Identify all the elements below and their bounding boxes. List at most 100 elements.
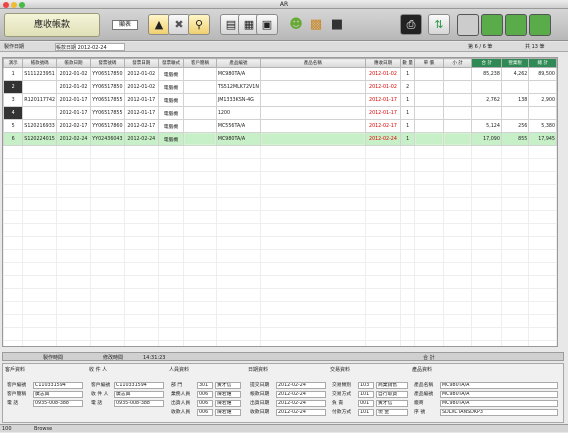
ship-code-field[interactable]: 006 bbox=[197, 400, 213, 407]
zoom-window-icon[interactable] bbox=[19, 1, 25, 8]
table-cell[interactable] bbox=[183, 132, 217, 146]
table-cell[interactable] bbox=[528, 80, 557, 94]
table-cell[interactable]: 2012-02-17 bbox=[56, 119, 91, 133]
table-cell[interactable] bbox=[183, 67, 217, 81]
txn-type-code-field[interactable]: 103 bbox=[358, 382, 374, 389]
table-cell[interactable] bbox=[442, 80, 473, 94]
billing-date-field[interactable]: 2012-02-24 bbox=[276, 391, 326, 398]
table-cell[interactable] bbox=[471, 80, 502, 94]
product-name-field[interactable]: MC980TA/A bbox=[440, 382, 558, 389]
table-row[interactable]: 1 S111223951 2012-01-02 YY06517850 2012-01-0… bbox=[3, 67, 557, 81]
new-record-button[interactable]: ▲ bbox=[148, 14, 170, 35]
owner-name-field[interactable]: 黃才信 bbox=[376, 400, 408, 407]
boxes-icon[interactable]: ▩ bbox=[307, 15, 325, 34]
date-filter[interactable]: 帳款日期 2012-02-24 bbox=[55, 43, 125, 51]
search-button[interactable]: ⚲ bbox=[188, 14, 210, 35]
table-cell[interactable]: YY06517850 bbox=[89, 80, 125, 94]
print-button[interactable]: ⎙ bbox=[400, 14, 422, 35]
submit-date-field[interactable]: 2012-02-24 bbox=[276, 382, 326, 389]
table-row[interactable]: 6 S120224015 2012-02-24 YY02436043 2012-02-2… bbox=[3, 132, 557, 146]
table-cell[interactable]: 電腦機 bbox=[157, 106, 185, 120]
table-cell[interactable] bbox=[259, 80, 366, 94]
table-cell[interactable] bbox=[442, 119, 473, 133]
table-cell[interactable] bbox=[413, 67, 444, 81]
minimize-window-icon[interactable] bbox=[11, 1, 17, 8]
table-cell[interactable] bbox=[471, 106, 502, 120]
txn-method-code-field[interactable]: 101 bbox=[358, 391, 374, 398]
customer-id-field[interactable]: C110331594 bbox=[33, 382, 83, 389]
table-cell[interactable]: 855 bbox=[500, 132, 530, 146]
table-cell[interactable]: 1200 bbox=[215, 106, 261, 120]
table-cell[interactable]: YY06517855 bbox=[89, 93, 125, 107]
vendor-field[interactable]: MC980TA/A bbox=[440, 400, 558, 407]
table-cell[interactable]: 2012-01-02 bbox=[364, 67, 402, 81]
table-cell[interactable] bbox=[413, 132, 444, 146]
table-cell[interactable] bbox=[413, 93, 444, 107]
table-cell[interactable]: 1 bbox=[400, 67, 415, 81]
table-cell[interactable] bbox=[259, 119, 366, 133]
table-cell[interactable]: 電腦機 bbox=[157, 132, 185, 146]
table-cell[interactable]: 電腦機 bbox=[157, 80, 185, 94]
nav-first-button[interactable] bbox=[481, 14, 503, 36]
table-cell[interactable]: YY06517855 bbox=[89, 106, 125, 120]
table-row[interactable]: 3 R120117742 2012-01-17 YY06517855 2012-01-1… bbox=[3, 93, 557, 107]
table-cell[interactable]: TS512MLK72V1N bbox=[215, 80, 261, 94]
column-header[interactable]: 小 計 bbox=[442, 58, 473, 68]
table-cell[interactable] bbox=[22, 80, 58, 94]
table-cell[interactable]: 2012-01-02 bbox=[123, 80, 159, 94]
table-row[interactable]: 5 S120216933 2012-02-17 YY06517860 2012-02-1… bbox=[3, 119, 557, 133]
table-cell[interactable]: R120117742 bbox=[22, 93, 58, 107]
dept-name-field[interactable]: 黃才信 bbox=[215, 382, 241, 389]
column-header[interactable]: 數 量 bbox=[400, 58, 415, 68]
table-cell[interactable] bbox=[413, 119, 444, 133]
table-cell[interactable]: MC556TA/A bbox=[215, 119, 261, 133]
table-cell[interactable]: JM1333KSN-4G bbox=[215, 93, 261, 107]
table-cell[interactable]: 2,900 bbox=[528, 93, 557, 107]
column-header[interactable]: 發票日期 bbox=[123, 58, 159, 68]
table-cell[interactable] bbox=[183, 106, 217, 120]
table-cell[interactable] bbox=[500, 80, 530, 94]
column-header[interactable]: 客戶簡稱 bbox=[183, 58, 217, 68]
sort-button[interactable]: ⇅ bbox=[428, 14, 450, 35]
table-cell[interactable]: S120224015 bbox=[22, 132, 58, 146]
table-cell[interactable]: 138 bbox=[500, 93, 530, 107]
txn-type-name-field[interactable]: 商業銷售 bbox=[376, 382, 408, 389]
table-cell[interactable]: 2012-01-02 bbox=[123, 67, 159, 81]
table-row[interactable]: 4 2012-01-17 YY06517855 2012-01-17 電腦機 1200 20… bbox=[3, 106, 557, 120]
detail-view-button[interactable]: ▣ bbox=[256, 14, 278, 35]
table-cell[interactable]: MC980TA/A bbox=[215, 67, 261, 81]
column-header[interactable]: 應收日期 bbox=[364, 58, 402, 68]
table-cell[interactable]: 1 bbox=[400, 132, 415, 146]
table-cell[interactable] bbox=[259, 93, 366, 107]
table-cell[interactable]: 1 bbox=[400, 119, 415, 133]
table-cell[interactable] bbox=[500, 106, 530, 120]
collect-name-field[interactable]: 陳若維 bbox=[215, 409, 241, 416]
table-cell[interactable] bbox=[183, 93, 217, 107]
table-cell[interactable]: 5 bbox=[3, 119, 24, 133]
cloud-button[interactable] bbox=[457, 14, 479, 36]
table-cell[interactable]: 5,380 bbox=[528, 119, 557, 133]
column-header[interactable]: 演示 bbox=[3, 58, 24, 68]
sales-name-field[interactable]: 陳若維 bbox=[215, 391, 241, 398]
recipient-id-field[interactable]: C110331594 bbox=[114, 382, 164, 389]
table-cell[interactable] bbox=[413, 106, 444, 120]
serial-field[interactable]: SDLXCTANSDKP3 bbox=[440, 409, 558, 416]
table-cell[interactable] bbox=[413, 80, 444, 94]
table-cell[interactable] bbox=[528, 106, 557, 120]
table-cell[interactable]: 3 bbox=[3, 93, 24, 107]
table-cell[interactable]: 89,500 bbox=[528, 67, 557, 81]
table-cell[interactable]: S111223951 bbox=[22, 67, 58, 81]
table-cell[interactable] bbox=[442, 132, 473, 146]
nav-prev-button[interactable] bbox=[505, 14, 527, 36]
table-cell[interactable]: 4 bbox=[3, 106, 24, 120]
table-cell[interactable]: 17,090 bbox=[471, 132, 502, 146]
owner-code-field[interactable]: 001 bbox=[358, 400, 374, 407]
recipient-name-field[interactable]: 廣志興 bbox=[114, 391, 164, 398]
column-header[interactable]: 總 計 bbox=[528, 58, 557, 68]
recipient-phone-field[interactable]: 0935-008-388 bbox=[114, 400, 164, 407]
table-cell[interactable]: 2012-01-02 bbox=[56, 80, 91, 94]
table-cell[interactable]: 2 bbox=[3, 80, 24, 94]
column-header[interactable]: 帳款日期 bbox=[56, 58, 91, 68]
table-cell[interactable] bbox=[259, 132, 366, 146]
table-cell[interactable] bbox=[442, 67, 473, 81]
